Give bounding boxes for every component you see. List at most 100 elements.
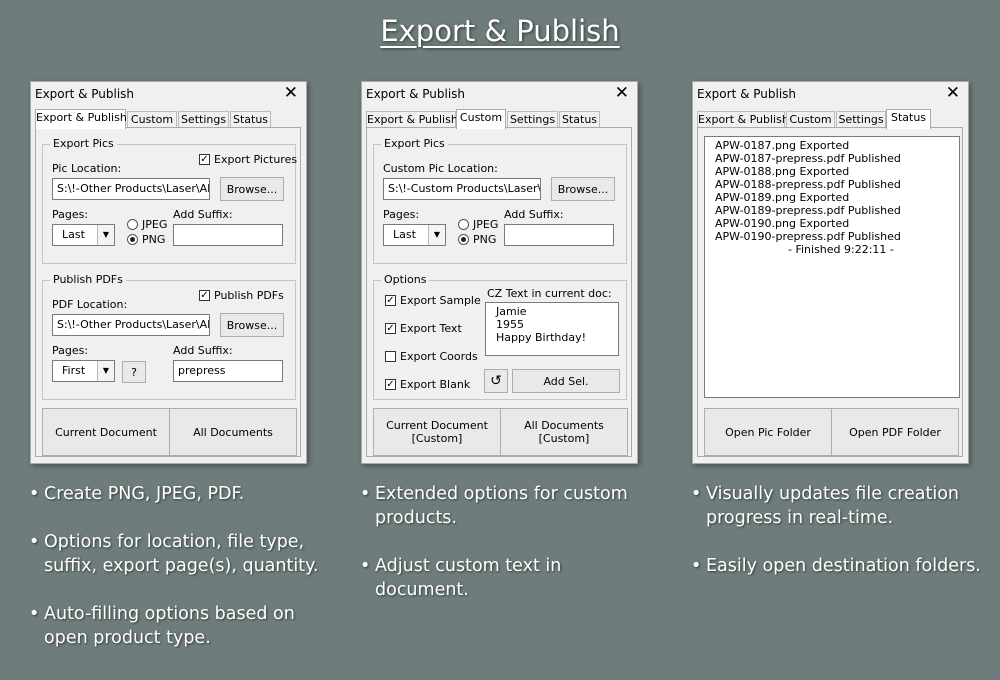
tab-custom[interactable]: Custom xyxy=(786,111,835,128)
close-icon[interactable]: ✕ xyxy=(284,83,298,103)
export-coords-label: Export Coords xyxy=(400,350,478,363)
export-blank-checkbox[interactable]: ✓ xyxy=(385,379,396,390)
export-pics-group: Export Pics Custom Pic Location: S:\!-Cu… xyxy=(373,137,627,264)
button-line: [Custom] xyxy=(411,432,463,445)
status-line: APW-0188-prepress.pdf Published xyxy=(715,178,901,191)
finished-line: - Finished 9:22:11 - xyxy=(788,243,894,256)
current-document-custom-button[interactable]: Current Document [Custom] xyxy=(373,408,501,456)
jpeg-label: JPEG xyxy=(473,218,499,231)
close-icon[interactable]: ✕ xyxy=(946,83,960,103)
tab-custom[interactable]: Custom xyxy=(456,109,506,129)
feature-list-1: Create PNG, JPEG, PDF. Options for locat… xyxy=(29,482,329,674)
button-line: [Custom] xyxy=(538,432,590,445)
suffix-input[interactable] xyxy=(173,224,283,246)
cz-text-label: CZ Text in current doc: xyxy=(487,287,612,300)
close-icon[interactable]: ✕ xyxy=(615,83,629,103)
status-log[interactable]: APW-0187.png Exported APW-0187-prepress.… xyxy=(704,136,960,398)
dropdown-arrow-icon[interactable]: ▼ xyxy=(428,225,445,245)
current-document-button[interactable]: Current Document xyxy=(42,408,170,456)
suffix-input[interactable]: prepress xyxy=(173,360,283,382)
button-line: All Documents xyxy=(524,419,604,432)
dropdown-arrow-icon[interactable]: ▼ xyxy=(97,225,114,245)
png-radio[interactable] xyxy=(458,234,469,245)
page-title: Export & Publish xyxy=(380,14,620,48)
all-documents-button[interactable]: All Documents xyxy=(169,408,297,456)
open-pdf-folder-button[interactable]: Open PDF Folder xyxy=(831,408,959,456)
pages-label: Pages: xyxy=(383,208,420,221)
tab-bar: Export & Publish Custom Settings Status xyxy=(35,109,301,129)
cz-line: 1955 xyxy=(496,318,524,331)
pages-value: Last xyxy=(393,228,416,241)
pdf-location-input[interactable]: S:\!-Other Products\Laser\APW xyxy=(52,314,210,336)
cz-line: Jamie xyxy=(496,305,527,318)
open-pic-folder-button[interactable]: Open Pic Folder xyxy=(704,408,832,456)
tab-panel: APW-0187.png Exported APW-0187-prepress.… xyxy=(697,127,963,457)
jpeg-radio[interactable] xyxy=(127,219,138,230)
feature-bullet: Extended options for custom products. xyxy=(360,482,660,530)
status-line: APW-0189.png Exported xyxy=(715,191,850,204)
jpeg-label: JPEG xyxy=(142,218,168,231)
png-label: PNG xyxy=(142,233,166,246)
feature-bullet: Visually updates file creation progress … xyxy=(691,482,991,530)
tab-status[interactable]: Status xyxy=(230,111,271,128)
tab-status[interactable]: Status xyxy=(559,111,600,128)
feature-bullet: Auto-filling options based on open produ… xyxy=(29,602,329,650)
png-radio[interactable] xyxy=(127,234,138,245)
publish-pdfs-group: Publish PDFs PDF Location: ✓ Publish PDF… xyxy=(42,273,296,400)
browse-button[interactable]: Browse... xyxy=(220,313,284,337)
browse-button[interactable]: Browse... xyxy=(551,177,615,201)
publish-pdfs-label: Publish PDFs xyxy=(214,289,284,302)
tab-settings[interactable]: Settings xyxy=(836,111,886,128)
all-documents-custom-button[interactable]: All Documents [Custom] xyxy=(500,408,628,456)
tab-custom[interactable]: Custom xyxy=(127,111,177,128)
pages-value: First xyxy=(62,364,86,377)
status-line: APW-0190-prepress.pdf Published xyxy=(715,230,901,243)
export-publish-dialog: Export & Publish ✕ Export & Publish Cust… xyxy=(30,81,307,464)
tab-panel: Export Pics Pic Location: ✓ Export Pictu… xyxy=(35,127,301,457)
export-coords-checkbox[interactable] xyxy=(385,351,396,362)
feature-bullet: Create PNG, JPEG, PDF. xyxy=(29,482,329,506)
export-sample-checkbox[interactable]: ✓ xyxy=(385,295,396,306)
suffix-input[interactable] xyxy=(504,224,614,246)
export-blank-label: Export Blank xyxy=(400,378,471,391)
feature-bullet: Adjust custom text in document. xyxy=(360,554,660,602)
tab-export-publish[interactable]: Export & Publish xyxy=(35,109,127,129)
status-line: APW-0190.png Exported xyxy=(715,217,850,230)
export-text-checkbox[interactable]: ✓ xyxy=(385,323,396,334)
pages-select[interactable]: Last ▼ xyxy=(52,224,115,246)
feature-bullet: Easily open destination folders. xyxy=(691,554,991,578)
tab-status[interactable]: Status xyxy=(886,109,931,129)
suffix-label: Add Suffix: xyxy=(173,344,233,357)
tab-settings[interactable]: Settings xyxy=(507,111,558,128)
pic-location-input[interactable]: S:\!-Other Products\Laser\APW xyxy=(52,178,210,200)
publish-pdfs-checkbox[interactable]: ✓ xyxy=(199,290,210,301)
browse-button[interactable]: Browse... xyxy=(220,177,284,201)
pages-select[interactable]: Last ▼ xyxy=(383,224,446,246)
tab-export-publish[interactable]: Export & Publish xyxy=(697,111,789,128)
export-pictures-checkbox[interactable]: ✓ xyxy=(199,154,210,165)
cz-line: Happy Birthday! xyxy=(496,331,587,344)
options-group: Options ✓ Export Sample ✓ Export Text Ex… xyxy=(373,273,627,400)
cz-text-area[interactable]: Jamie 1955 Happy Birthday! xyxy=(485,302,619,356)
dialog-title: Export & Publish xyxy=(697,87,797,101)
export-pics-group: Export Pics Pic Location: ✓ Export Pictu… xyxy=(42,137,297,264)
tab-panel: Export Pics Custom Pic Location: S:\!-Cu… xyxy=(366,127,632,457)
group-label: Export Pics xyxy=(50,137,117,150)
dropdown-arrow-icon[interactable]: ▼ xyxy=(97,361,114,381)
pages-select[interactable]: First ▼ xyxy=(52,360,115,382)
jpeg-radio[interactable] xyxy=(458,219,469,230)
tab-export-publish[interactable]: Export & Publish xyxy=(366,111,458,128)
button-line: Current Document xyxy=(386,419,488,432)
refresh-icon[interactable]: ↺ xyxy=(484,369,508,393)
dialog-title: Export & Publish xyxy=(35,87,135,101)
add-selection-button[interactable]: Add Sel. xyxy=(512,369,620,393)
group-label: Publish PDFs xyxy=(50,273,126,286)
feature-list-3: Visually updates file creation progress … xyxy=(691,482,991,602)
help-button[interactable]: ? xyxy=(122,361,146,383)
tab-settings[interactable]: Settings xyxy=(178,111,229,128)
feature-bullet: Options for location, file type, suffix,… xyxy=(29,530,329,578)
group-label: Export Pics xyxy=(381,137,448,150)
status-line: APW-0187-prepress.pdf Published xyxy=(715,152,901,165)
custom-pic-location-input[interactable]: S:\!-Custom Products\Laser\A xyxy=(383,178,541,200)
pages-label: Pages: xyxy=(52,344,89,357)
